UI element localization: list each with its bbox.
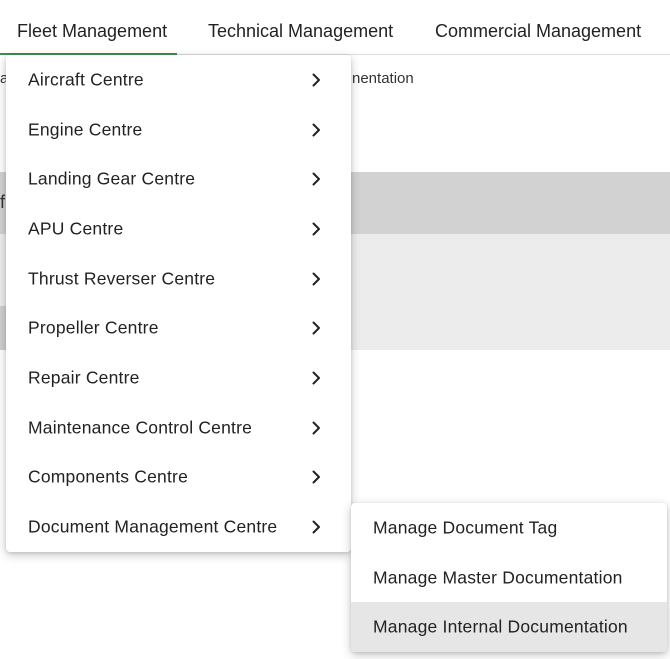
top-navigation-bar: Fleet Management Technical Management Co… — [0, 0, 670, 55]
chevron-right-icon — [308, 171, 324, 187]
chevron-right-icon — [308, 519, 324, 535]
chevron-right-icon — [308, 370, 324, 386]
tab-technical-management-label: Technical Management — [208, 21, 394, 41]
table-header-fragment: f — [0, 192, 6, 212]
submenu-item-label: Manage Master Documentation — [373, 567, 623, 588]
menu-item-repair-centre[interactable]: Repair Centre — [6, 353, 351, 403]
tab-fleet-management[interactable]: Fleet Management — [0, 0, 177, 55]
fleet-management-dropdown: Aircraft Centre Engine Centre Landing Ge… — [6, 55, 351, 552]
chevron-right-icon — [308, 271, 324, 287]
menu-item-maintenance-control-centre[interactable]: Maintenance Control Centre — [6, 403, 351, 453]
chevron-right-icon — [308, 320, 324, 336]
breadcrumb-fragment: nentation — [352, 70, 414, 87]
menu-item-label: Document Management Centre — [28, 516, 278, 537]
submenu-item-label: Manage Internal Documentation — [373, 616, 628, 637]
submenu-item-label: Manage Document Tag — [373, 517, 558, 538]
menu-item-label: Maintenance Control Centre — [28, 417, 253, 438]
menu-item-components-centre[interactable]: Components Centre — [6, 453, 351, 503]
page: Fleet Management Technical Management Co… — [0, 0, 670, 659]
menu-item-label: Aircraft Centre — [28, 69, 144, 90]
chevron-right-icon — [308, 122, 324, 138]
menu-item-label: Engine Centre — [28, 119, 143, 140]
menu-item-propeller-centre[interactable]: Propeller Centre — [6, 304, 351, 354]
submenu-item-manage-document-tag[interactable]: Manage Document Tag — [351, 503, 667, 553]
chevron-right-icon — [308, 469, 324, 485]
menu-item-label: Components Centre — [28, 466, 189, 487]
menu-item-label: Propeller Centre — [28, 317, 159, 338]
submenu-item-manage-internal-documentation[interactable]: Manage Internal Documentation — [351, 602, 667, 652]
menu-item-label: Thrust Reverser Centre — [28, 268, 216, 289]
document-management-submenu: Manage Document Tag Manage Master Docume… — [351, 503, 667, 652]
chevron-right-icon — [308, 72, 324, 88]
menu-item-label: Landing Gear Centre — [28, 168, 196, 189]
menu-item-apu-centre[interactable]: APU Centre — [6, 204, 351, 254]
menu-item-aircraft-centre[interactable]: Aircraft Centre — [6, 55, 351, 105]
tab-commercial-management-label: Commercial Management — [435, 21, 642, 41]
menu-item-engine-centre[interactable]: Engine Centre — [6, 105, 351, 155]
submenu-item-manage-master-documentation[interactable]: Manage Master Documentation — [351, 553, 667, 603]
tab-technical-management[interactable]: Technical Management — [208, 0, 393, 54]
menu-item-label: APU Centre — [28, 218, 124, 239]
tab-commercial-management[interactable]: Commercial Management — [435, 0, 641, 54]
menu-item-document-management-centre[interactable]: Document Management Centre — [6, 502, 351, 552]
chevron-right-icon — [308, 420, 324, 436]
chevron-right-icon — [308, 221, 324, 237]
menu-item-landing-gear-centre[interactable]: Landing Gear Centre — [6, 154, 351, 204]
menu-item-thrust-reverser-centre[interactable]: Thrust Reverser Centre — [6, 254, 351, 304]
tab-fleet-management-label: Fleet Management — [17, 21, 168, 41]
menu-item-label: Repair Centre — [28, 367, 140, 388]
